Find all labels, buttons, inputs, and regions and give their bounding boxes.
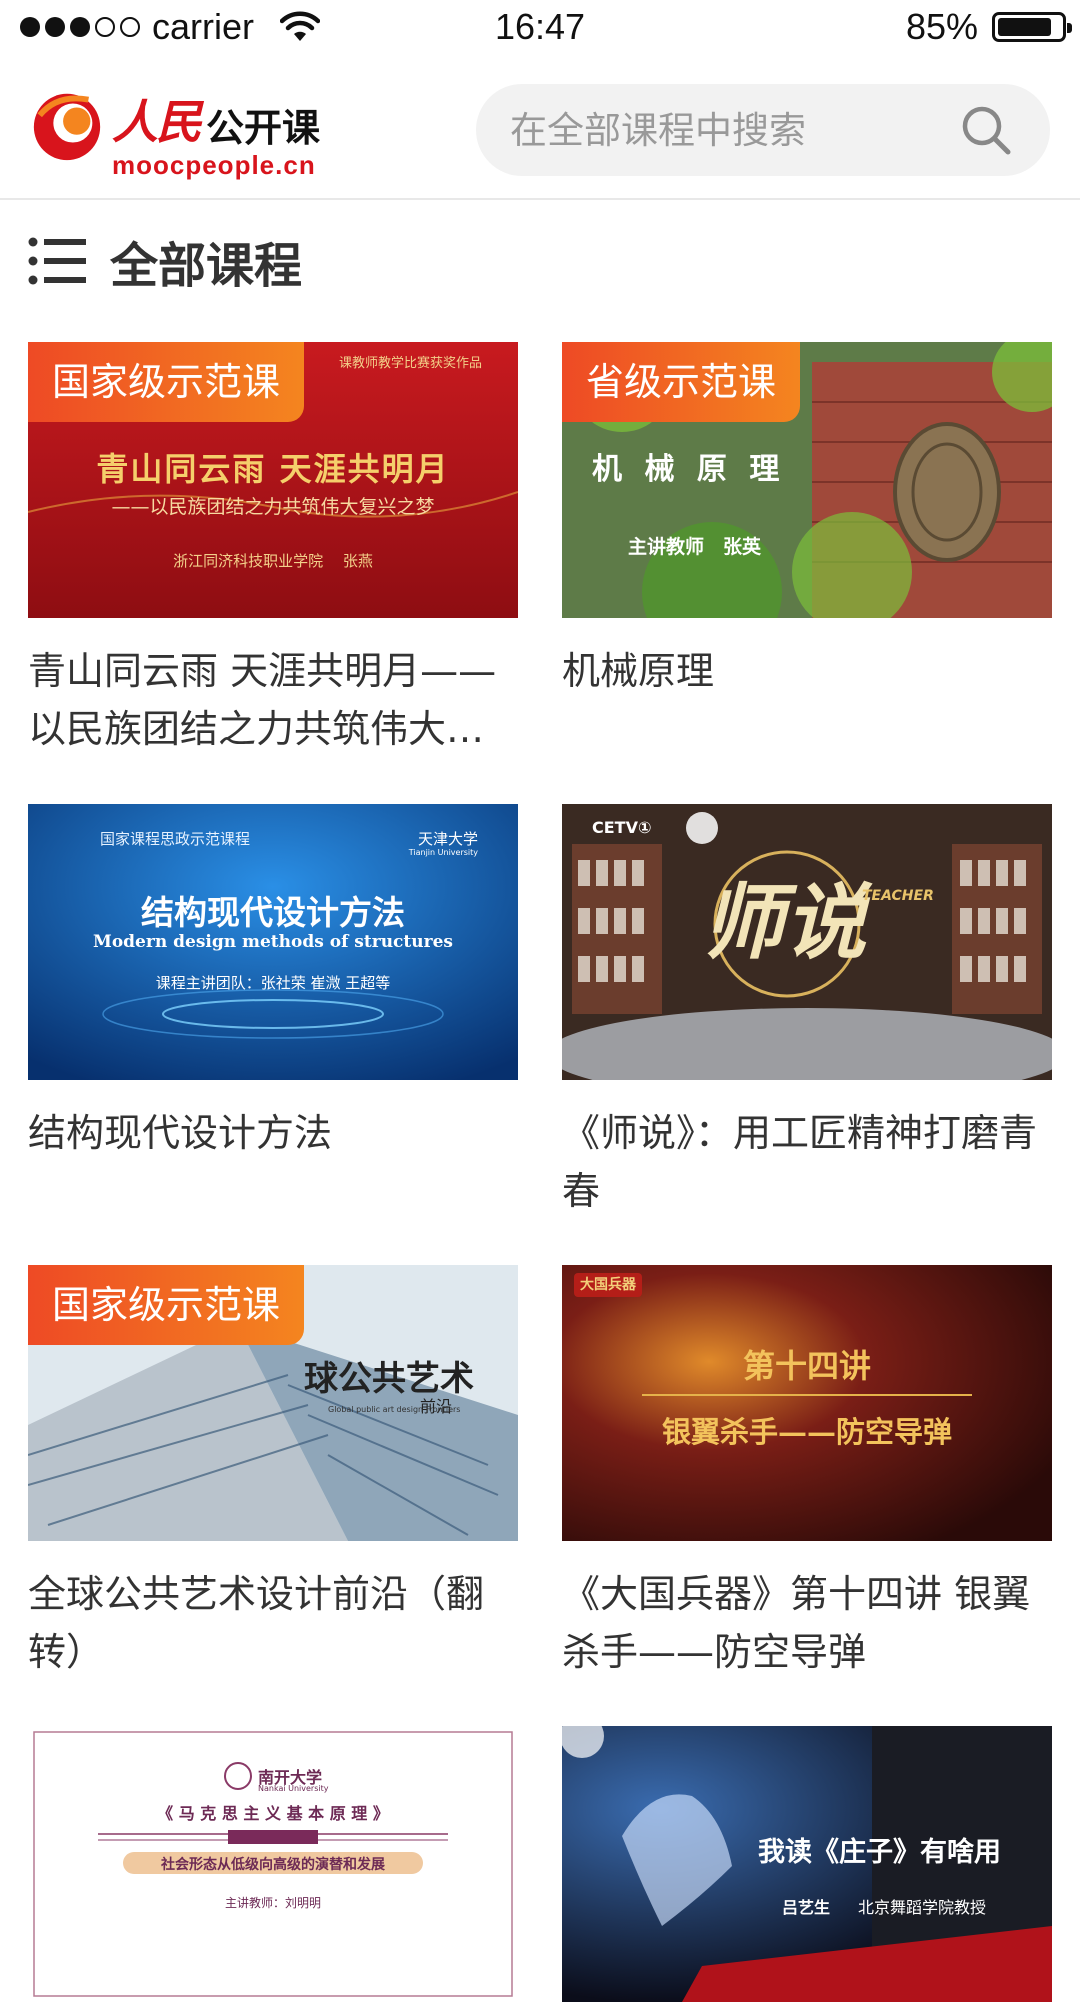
course-thumbnail[interactable]: 课教师教学比赛获奖作品 青山同云雨 天涯共明月 ——以民族团结之力共筑伟大复兴之… bbox=[28, 342, 518, 618]
course-thumbnail[interactable]: 我读《庄子》有啥用 吕艺生 北京舞蹈学院教授 bbox=[562, 1726, 1052, 2002]
course-title[interactable]: 全球公共艺术设计前沿（翻转） bbox=[28, 1565, 518, 1681]
thumb-subtitle: 社会形态从低级向高级的演替和发展 bbox=[161, 1857, 385, 1873]
thumb-footer: 浙江同济科技职业学院 张燕 bbox=[173, 552, 373, 570]
search-box[interactable] bbox=[476, 84, 1050, 176]
course-title[interactable]: 青山同云雨 天涯共明月——以民族团结之力共筑伟大复兴之梦 bbox=[28, 642, 518, 758]
course-card[interactable]: 国家课程思政示范课程 天津大学 Tianjin University 结构现代设… bbox=[28, 804, 518, 1162]
course-card[interactable]: 南开大学 Nankai University 《 马 克 思 主 义 基 本 原… bbox=[28, 1726, 518, 2002]
logo-domain: moocpeople.cn bbox=[112, 150, 316, 180]
thumb-footer: 北京舞蹈学院教授 bbox=[858, 1898, 987, 1917]
thumb-footer: 课程主讲团队：张社荣 崔溦 王超等 bbox=[155, 974, 391, 992]
course-thumbnail[interactable]: 球公共艺术 前沿 Global public art design Fronti… bbox=[28, 1265, 518, 1541]
thumb-speaker: 吕艺生 bbox=[782, 1898, 831, 1917]
battery-icon bbox=[992, 12, 1072, 42]
course-thumbnail[interactable]: 机 械 原 理 主讲教师 张英 省级示范课 bbox=[562, 342, 1052, 618]
course-title[interactable]: 结构现代设计方法 bbox=[28, 1104, 518, 1162]
course-thumbnail[interactable]: 国家课程思政示范课程 天津大学 Tianjin University 结构现代设… bbox=[28, 804, 518, 1080]
logo-brand-red: 人民 bbox=[112, 95, 202, 149]
battery-percent: 85% bbox=[905, 6, 978, 47]
course-card[interactable]: 课教师教学比赛获奖作品 青山同云雨 天涯共明月 ——以民族团结之力共筑伟大复兴之… bbox=[28, 342, 518, 758]
course-thumbnail[interactable]: 大国兵器 第十四讲 银翼杀手——防空导弹 bbox=[562, 1265, 1052, 1541]
thumb-university-en: Tianjin University bbox=[408, 848, 478, 857]
thumb-title: 青山同云雨 天涯共明月 bbox=[96, 450, 450, 488]
thumbnail-art bbox=[562, 1265, 1052, 1541]
course-thumbnail[interactable]: 南开大学 Nankai University 《 马 克 思 主 义 基 本 原… bbox=[28, 1726, 518, 2002]
logo-brand-black: 公开课 bbox=[206, 106, 321, 150]
site-logo[interactable]: 人民 公开课 moocpeople.cn bbox=[28, 86, 320, 181]
course-card[interactable]: CETV① 师说 TEACHER 《师说》：用工匠精神打磨青春 bbox=[562, 804, 1052, 1220]
course-title[interactable]: 《师说》：用工匠精神打磨青春 bbox=[562, 1104, 1052, 1220]
thumb-channel-logo: CETV① bbox=[592, 818, 652, 837]
course-thumbnail[interactable]: CETV① 师说 TEACHER bbox=[562, 804, 1052, 1080]
search-input[interactable] bbox=[510, 84, 950, 176]
section-header: 全部课程 bbox=[28, 226, 302, 296]
thumb-program-logo: 大国兵器 bbox=[574, 1273, 642, 1297]
thumb-top: 国家课程思政示范课程 bbox=[100, 830, 251, 848]
thumb-top: 课教师教学比赛获奖作品 bbox=[338, 356, 482, 371]
list-menu-icon bbox=[28, 237, 86, 285]
thumb-title: 第十四讲 bbox=[742, 1347, 871, 1385]
thumb-title: 《 马 克 思 主 义 基 本 原 理 》 bbox=[157, 1804, 389, 1823]
section-title: 全部课程 bbox=[110, 238, 303, 294]
thumb-subtitle: ——以民族团结之力共筑伟大复兴之梦 bbox=[111, 496, 435, 518]
app-header: 人民 公开课 moocpeople.cn bbox=[0, 60, 1080, 200]
thumb-subtitle: 银翼杀手——防空导弹 bbox=[661, 1415, 952, 1449]
thumb-subtitle: Modern design methods of structures bbox=[93, 932, 453, 952]
course-title[interactable]: 机械原理 bbox=[562, 642, 1052, 700]
thumb-footer: 主讲教师：刘明明 bbox=[224, 1896, 321, 1910]
thumb-subtitle: TEACHER bbox=[862, 888, 934, 904]
search-icon[interactable] bbox=[960, 104, 1012, 156]
course-card[interactable]: 机 械 原 理 主讲教师 张英 省级示范课 机械原理 bbox=[562, 342, 1052, 700]
course-level-badge: 省级示范课 bbox=[562, 342, 801, 422]
thumb-title: 结构现代设计方法 bbox=[141, 893, 405, 932]
thumb-title: 机 械 原 理 bbox=[592, 452, 786, 487]
course-card[interactable]: 球公共艺术 前沿 Global public art design Fronti… bbox=[28, 1265, 518, 1681]
thumb-title: 我读《庄子》有啥用 bbox=[758, 1837, 1001, 1868]
logo-mark-icon bbox=[33, 93, 101, 161]
thumb-university: 天津大学 bbox=[417, 830, 478, 848]
course-level-badge: 国家级示范课 bbox=[28, 1265, 305, 1345]
thumb-english-title: Global public art design Frontiers bbox=[328, 1405, 461, 1414]
thumb-title: 师说 bbox=[702, 875, 866, 971]
course-card[interactable]: 大国兵器 第十四讲 银翼杀手——防空导弹 《大国兵器》第十四讲 银翼杀手——防空… bbox=[562, 1265, 1052, 1681]
course-level-badge: 国家级示范课 bbox=[28, 342, 305, 422]
course-card[interactable]: 我读《庄子》有啥用 吕艺生 北京舞蹈学院教授 bbox=[562, 1726, 1052, 2002]
course-title[interactable]: 《大国兵器》第十四讲 银翼杀手——防空导弹 bbox=[562, 1565, 1052, 1681]
thumb-subtitle: 主讲教师 张英 bbox=[628, 536, 762, 558]
thumb-university-en: Nankai University bbox=[258, 1784, 329, 1793]
status-bar: carrier 16:47 85% bbox=[0, 0, 1080, 54]
